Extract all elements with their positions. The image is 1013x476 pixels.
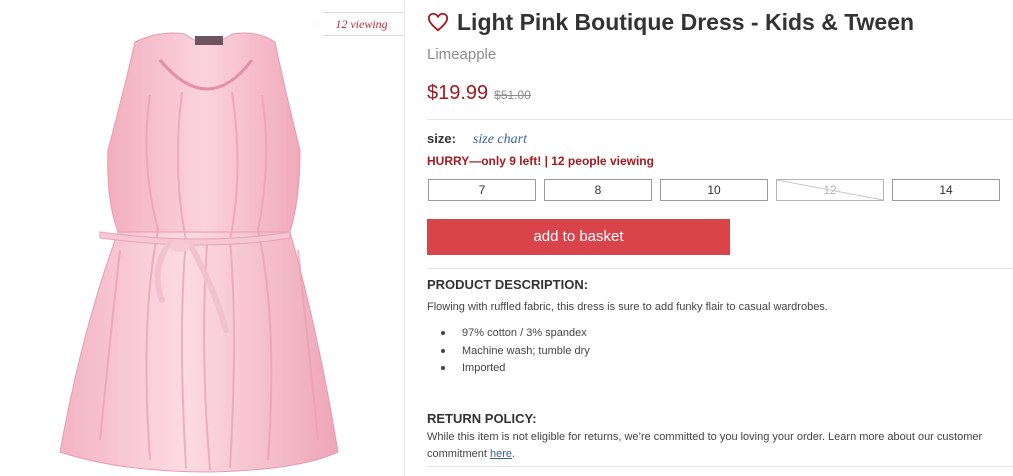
product-description-heading: PRODUCT DESCRIPTION: <box>427 277 589 292</box>
size-options: 7 8 10 12 14 <box>428 179 1000 201</box>
size-chart-link[interactable]: size chart <box>473 132 527 148</box>
size-option-10[interactable]: 10 <box>660 179 768 201</box>
heart-outline-icon[interactable] <box>427 11 449 33</box>
size-label: size: <box>427 131 456 146</box>
product-description-text: Flowing with ruffled fabric, this dress … <box>427 301 828 313</box>
add-to-basket-button[interactable]: add to basket <box>427 219 730 255</box>
divider <box>427 119 1013 120</box>
bullet-icon <box>441 331 445 335</box>
viewing-count-badge: 12 viewing <box>313 12 403 36</box>
brand-name[interactable]: Limeapple <box>427 46 496 63</box>
size-option-14[interactable]: 14 <box>892 179 1000 201</box>
feature-list: 97% cotton / 3% spandex Machine wash; tu… <box>441 325 590 378</box>
title-row: Light Pink Boutique Dress - Kids & Tween <box>427 8 914 36</box>
size-option-8[interactable]: 8 <box>544 179 652 201</box>
product-title: Light Pink Boutique Dress - Kids & Tween <box>457 9 915 35</box>
divider <box>427 268 1013 269</box>
original-price: $51.00 <box>494 88 531 102</box>
feature-text: Imported <box>462 362 506 374</box>
size-option-7[interactable]: 7 <box>428 179 536 201</box>
price-row: $19.99 $51.00 <box>427 82 531 105</box>
size-row: size: size chart <box>427 131 527 148</box>
feature-text: Machine wash; tumble dry <box>462 344 590 357</box>
urgency-message: HURRY—only 9 left! | 12 people viewing <box>427 154 654 168</box>
bullet-icon <box>441 348 445 353</box>
sale-price: $19.99 <box>427 82 489 104</box>
sold-out-slash <box>777 180 883 200</box>
customer-commitment-link[interactable]: here <box>490 448 512 460</box>
feature-text: 97% cotton / 3% spandex <box>462 327 587 339</box>
product-image[interactable] <box>0 0 405 476</box>
return-policy-heading: RETURN POLICY: <box>427 411 537 426</box>
product-image-panel: 12 viewing <box>0 0 405 476</box>
list-item: Machine wash; tumble dry <box>441 343 590 361</box>
return-policy-text: While this item is not eligible for retu… <box>427 429 1007 463</box>
list-item: Imported <box>441 360 590 378</box>
bullet-icon <box>441 366 445 370</box>
return-policy-tail: . <box>512 448 516 460</box>
size-option-12-soldout: 12 <box>776 179 884 201</box>
divider <box>427 466 1013 467</box>
list-item: 97% cotton / 3% spandex <box>441 325 590 343</box>
product-details: Light Pink Boutique Dress - Kids & Tween… <box>427 0 1013 476</box>
